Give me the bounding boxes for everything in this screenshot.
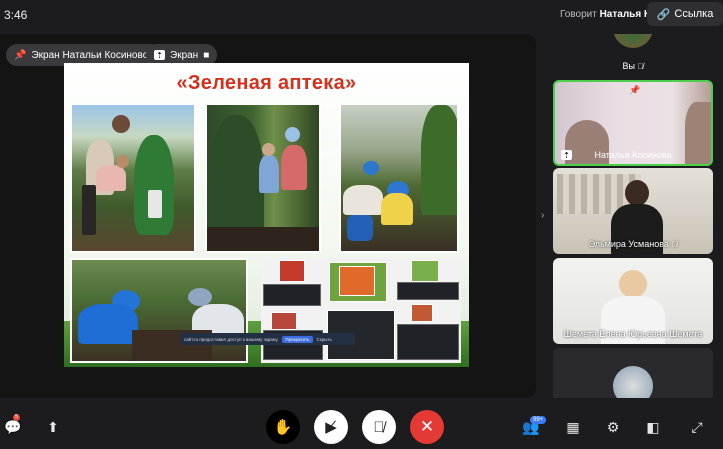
copy-link-button[interactable]: 🔗 Ссылка	[647, 2, 723, 26]
participant-tile-shemeta[interactable]: Шемета Елена Юрьевна Шемета	[553, 258, 713, 344]
shared-slide: «Зеленая аптека» сайт.ru предоставил дос…	[64, 63, 469, 367]
participant-tile-self[interactable]: Вы 🎙̸	[553, 34, 713, 74]
leave-call-button[interactable]: ✕	[410, 410, 444, 444]
settings-button[interactable]: ⚙	[600, 410, 626, 444]
fullscreen-icon: ⤢	[691, 418, 703, 435]
participants-count: 99+	[530, 416, 547, 424]
speaker-prefix: Говорит	[560, 9, 597, 20]
fullscreen-button[interactable]: ⤢	[684, 410, 710, 444]
screen-share-icon: ⬆	[47, 418, 59, 435]
photo-seedling-trays	[261, 258, 461, 363]
photo-planting-4	[70, 258, 248, 363]
participants-button[interactable]: 👥 99+	[518, 410, 547, 444]
screen-share-icon: ⇡	[154, 50, 165, 60]
participant-name: Шемета Елена Юрьевна Шемета	[563, 329, 703, 339]
share-screen-button[interactable]: ⬆	[40, 410, 66, 444]
screen-share-toast: сайт.ru предоставил доступ к вашему экра…	[180, 333, 355, 345]
picture-in-picture-icon: ◧	[646, 418, 660, 435]
camera-toggle-button[interactable]: ▶̸	[314, 410, 348, 444]
pin-icon: 📌	[629, 85, 641, 95]
screen-owner-label: Экран Натальи Косиновой	[31, 49, 154, 61]
photo-planting-2	[205, 103, 321, 253]
clock: 3:46	[4, 8, 28, 22]
mic-off-icon: 🎙̸	[637, 62, 644, 71]
mic-off-icon: 🎙̸	[362, 410, 396, 444]
active-speaker: Говорит Наталья К.	[560, 9, 653, 20]
participant-name: Наталья Косинова	[594, 150, 672, 160]
elmira-name: Эльмира Усманова	[588, 239, 669, 249]
chat-button[interactable]: 💬 5	[0, 410, 26, 444]
hide-toast-button[interactable]: Скрыть	[317, 337, 332, 342]
photo-planting-3	[339, 103, 459, 253]
participant-tile-elmira[interactable]: Эльмира Усманова 🎙̸	[553, 168, 713, 254]
copy-link-label: Ссылка	[674, 8, 714, 20]
grid-icon: ▦	[566, 418, 580, 435]
avatar	[613, 366, 653, 398]
link-icon: 🔗	[656, 8, 671, 21]
avatar	[619, 270, 647, 298]
layout-grid-button[interactable]: ▦	[560, 410, 586, 444]
participant-tile-natalya[interactable]: 📌 ⇡ Наталья Косинова	[553, 80, 713, 166]
screen-label: Экран	[170, 49, 199, 61]
gear-icon: ⚙	[606, 418, 620, 435]
raise-hand-button[interactable]: ✋	[266, 410, 300, 444]
hand-icon: ✋	[266, 410, 300, 444]
participant-tile-5[interactable]	[553, 348, 713, 398]
toast-message: сайт.ru предоставил доступ к вашему экра…	[184, 336, 279, 342]
participant-name: Вы 🎙̸	[553, 61, 713, 71]
speaker-name: Наталья К.	[599, 9, 653, 20]
camera-off-icon: ▶̸	[314, 410, 348, 444]
avatar	[613, 34, 653, 48]
participant-name: Эльмира Усманова 🎙̸	[553, 239, 713, 249]
mic-toggle-button[interactable]: 🎙̸	[362, 410, 396, 444]
conference-app: 3:46 Говорит Наталья К. 🔗 Ссылка 📌 Экран…	[0, 0, 723, 449]
pin-icon: 📌	[14, 49, 27, 61]
stop-sharing-button[interactable]: Прекратить	[282, 335, 313, 343]
pip-button[interactable]: ◧	[640, 410, 666, 444]
slide-title: «Зеленая аптека»	[176, 72, 357, 94]
mic-off-icon: 🎙̸	[671, 240, 678, 249]
chevron-right-icon[interactable]: ›	[541, 210, 544, 221]
photo-planting-1	[70, 103, 196, 253]
avatar	[625, 180, 649, 206]
close-icon: ✕	[410, 410, 444, 444]
camera-icon: ■	[203, 49, 210, 61]
chat-badge: 5	[13, 414, 20, 421]
self-name: Вы	[622, 61, 635, 71]
